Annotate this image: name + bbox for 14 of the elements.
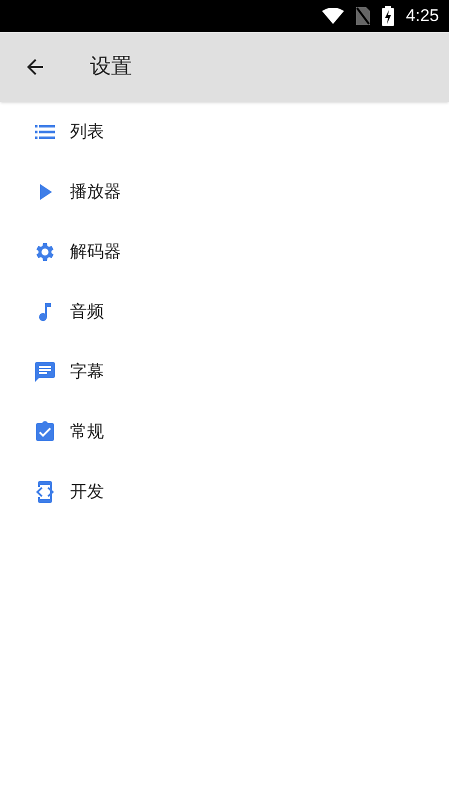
settings-item[interactable]: 常规 — [0, 402, 449, 462]
settings-item[interactable]: 开发 — [0, 462, 449, 522]
clipboard-check-icon — [33, 420, 57, 444]
settings-item[interactable]: 播放器 — [0, 162, 449, 222]
settings-item[interactable]: 解码器 — [0, 222, 449, 282]
clock-time: 4:25 — [406, 5, 439, 28]
page-title: 设置 — [90, 54, 132, 80]
settings-item[interactable]: 列表 — [0, 102, 449, 162]
message-icon — [33, 360, 57, 384]
settings-item[interactable]: 字幕 — [0, 342, 449, 402]
settings-item[interactable]: 音频 — [0, 282, 449, 342]
wifi-icon — [322, 8, 344, 24]
no-sim-icon — [356, 7, 370, 25]
battery-charging-icon — [382, 6, 394, 26]
